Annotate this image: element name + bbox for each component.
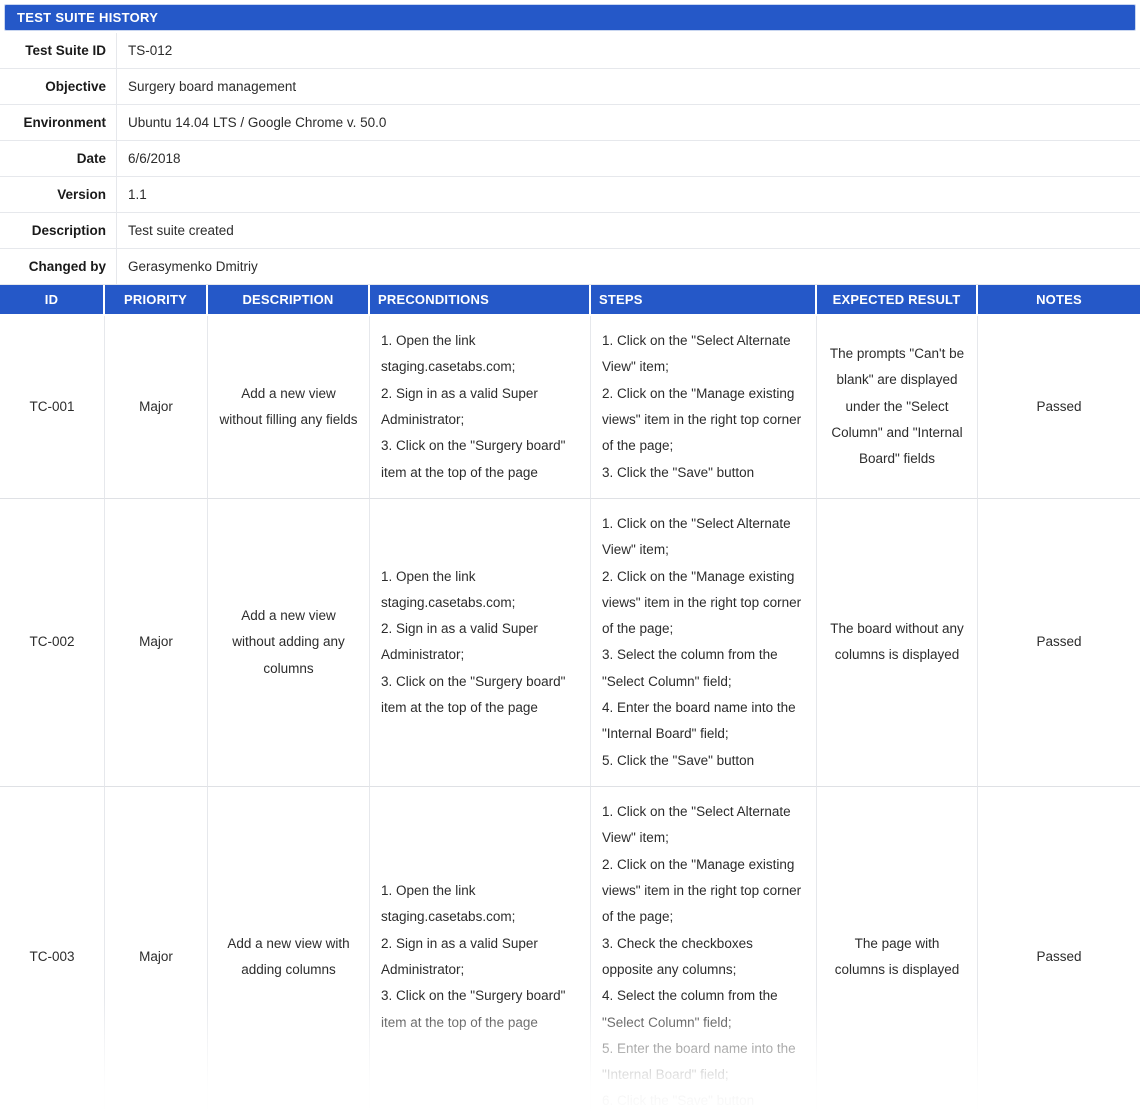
table-row: TC-002 Major Add a new view without adding… — [0, 498, 1140, 787]
history-row-label: Test Suite ID — [0, 33, 117, 68]
cell-id: TC-002 — [0, 498, 105, 787]
cell-id: TC-003 — [0, 787, 105, 1117]
cell-pre: 1. Open the link staging.casetabs.com; 2.… — [370, 498, 591, 787]
history-row-value: TS-012 — [128, 43, 173, 58]
column-header-notes: NOTES — [978, 285, 1140, 316]
column-header-steps: STEPS — [591, 285, 817, 316]
cell-id: TC-001 — [0, 316, 105, 499]
table-header: ID PRIORITY DESCRIPTION PRECONDITIONS STEPS E… — [0, 285, 1140, 316]
steps-line: 2. Click on the "Manage existing views" … — [602, 385, 802, 454]
page-title: TEST SUITE HISTORY — [17, 10, 159, 25]
cell-steps: 1. Click on the "Select Alternate View" … — [591, 498, 817, 787]
cell-pre: 1. Open the link staging.casetabs.com; 2.… — [370, 316, 591, 499]
pre-line: 2. Sign in as a valid Super Administrato… — [381, 935, 538, 977]
history-row-value: 6/6/2018 — [128, 151, 181, 166]
steps-line: 2. Click on the "Manage existing views" … — [602, 856, 802, 925]
table-body: TC-001 Major Add a new view without fillin… — [0, 316, 1140, 1117]
column-header-priority: PRIORITY — [105, 285, 208, 316]
cell-priority: Major — [105, 787, 208, 1117]
column-header-id: ID — [0, 285, 105, 316]
pre-line: 3. Click on the "Surgery board" item at … — [381, 438, 566, 480]
steps-line: 3. Click the "Save" button — [602, 464, 755, 480]
column-header-desc: DESCRIPTION — [208, 285, 370, 316]
test-suite-history-table: Test Suite ID TS-012 Objective Surgery boar… — [0, 33, 1140, 285]
cell-exp: The page with columns is displayed — [817, 787, 978, 1117]
steps-line: 6. Click the "Save" button — [602, 1093, 755, 1109]
steps-line: 3. Select the column from the "Select Co… — [602, 647, 778, 689]
pre-line: 3. Click on the "Surgery board" item at … — [381, 988, 566, 1030]
steps-line: 4. Select the column from the "Select Co… — [602, 988, 778, 1030]
pre-line: 2. Sign in as a valid Super Administrato… — [381, 621, 538, 663]
test-cases-section: ID PRIORITY DESCRIPTION PRECONDITIONS STEPS E… — [0, 285, 1140, 1117]
pre-line: 1. Open the link staging.casetabs.com; — [381, 882, 516, 925]
history-row-label: Objective — [0, 69, 117, 104]
pre-line: 3. Click on the "Surgery board" item at … — [381, 673, 566, 716]
cell-desc: Add a new view without adding any column… — [208, 498, 370, 787]
history-row-value: Surgery board management — [128, 79, 297, 94]
column-header-exp: EXPECTED RESULT — [817, 285, 978, 316]
history-row: Test Suite ID TS-012 — [0, 33, 1140, 69]
history-row: Environment Ubuntu 14.04 LTS / Google Chr… — [0, 105, 1140, 141]
history-row-label: Version — [0, 177, 117, 212]
table-row: TC-003 Major Add a new view with adding co… — [0, 787, 1140, 1117]
history-row: Version 1.1 — [0, 177, 1140, 213]
cell-notes: Passed — [978, 787, 1140, 1117]
cell-notes: Passed — [978, 499, 1140, 787]
cell-exp: The prompts "Can't be blank" are display… — [817, 316, 978, 499]
table-header-row: ID PRIORITY DESCRIPTION PRECONDITIONS STEPS E… — [0, 285, 1140, 316]
steps-line: 5. Enter the board name into the "Intern… — [602, 1040, 796, 1083]
history-row: Changed by Gerasymenko Dmitriy — [0, 249, 1140, 285]
pre-line: 2. Sign in as a valid Super Administrato… — [381, 385, 538, 427]
history-row: Description Test suite created — [0, 213, 1140, 249]
cell-priority: Major — [105, 316, 208, 499]
steps-line: 5. Click the "Save" button — [602, 752, 755, 768]
cell-steps: 1. Click on the "Select Alternate View" … — [591, 316, 817, 499]
cell-steps: 1. Click on the "Select Alternate View" … — [591, 787, 817, 1117]
steps-line: 3. Check the checkboxes opposite any col… — [602, 935, 753, 977]
history-row-value: Test suite created — [128, 223, 234, 238]
test-suite-document: TEST SUITE HISTORY Test Suite ID TS-012 Ob… — [0, 0, 1140, 1117]
history-row-value: 1.1 — [128, 187, 147, 202]
pre-line: 1. Open the link staging.casetabs.com; — [381, 333, 516, 375]
history-row-value: Gerasymenko Dmitriy — [128, 259, 258, 274]
steps-line: 1. Click on the "Select Alternate View" … — [602, 804, 791, 846]
history-row-label: Environment — [0, 105, 117, 140]
history-row-label: Description — [0, 213, 117, 248]
cell-desc: Add a new view with adding columns — [208, 787, 370, 1117]
history-row-label: Date — [0, 141, 117, 176]
steps-line: 1. Click on the "Select Alternate View" … — [602, 333, 791, 375]
pre-line: 1. Open the link staging.casetabs.com; — [381, 568, 516, 610]
steps-line: 1. Click on the "Select Alternate View" … — [602, 515, 791, 558]
test-suite-history-header: TEST SUITE HISTORY — [4, 4, 1136, 31]
history-row: Objective Surgery board management — [0, 69, 1140, 105]
history-row-label: Changed by — [0, 249, 117, 284]
table-row: TC-001 Major Add a new view without fillin… — [0, 316, 1140, 499]
cell-exp: The board without any columns is display… — [817, 498, 978, 787]
steps-line: 2. Click on the "Manage existing views" … — [602, 568, 802, 637]
steps-line: 4. Enter the board name into the "Intern… — [602, 700, 796, 742]
cell-priority: Major — [105, 498, 208, 787]
test-cases-table: ID PRIORITY DESCRIPTION PRECONDITIONS STEPS E… — [0, 285, 1140, 1117]
cell-notes: Passed — [978, 316, 1140, 499]
history-row: Date 6/6/2018 — [0, 141, 1140, 177]
column-header-pre: PRECONDITIONS — [370, 285, 591, 316]
cell-pre: 1. Open the link staging.casetabs.com; 2.… — [370, 787, 591, 1117]
history-row-value: Ubuntu 14.04 LTS / Google Chrome v. 50.0 — [128, 115, 387, 130]
cell-desc: Add a new view without filling any field… — [208, 316, 370, 499]
